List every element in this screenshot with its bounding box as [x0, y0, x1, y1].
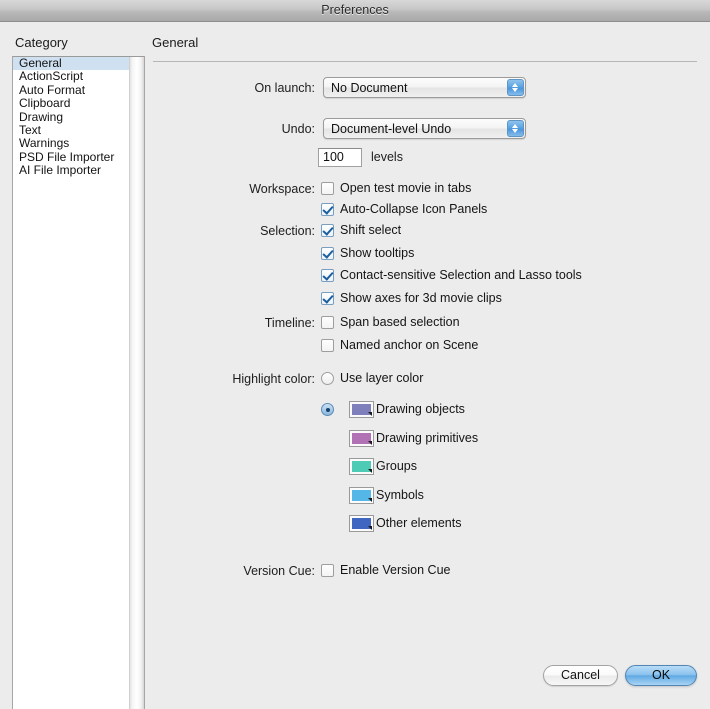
selection-label: Selection: — [260, 224, 315, 238]
category-list-scrollbar[interactable] — [129, 57, 144, 709]
window-title: Preferences — [321, 3, 389, 17]
checkbox-span-based-selection[interactable] — [321, 316, 334, 329]
category-list[interactable]: General ActionScript Auto Format Clipboard D… — [12, 56, 145, 709]
chevron-updown-icon — [507, 79, 524, 96]
checkbox-label: Auto-Collapse Icon Panels — [340, 202, 488, 216]
color-chip — [352, 489, 371, 501]
undo-popup[interactable]: Document-level Undo — [323, 118, 526, 139]
dialog-body: Category General General ActionScript Auto… — [0, 23, 710, 709]
color-swatch-label-drawing-objects: Drawing objects — [376, 402, 465, 416]
ok-button[interactable]: OK — [625, 665, 697, 686]
on-launch-popup[interactable]: No Document — [323, 77, 526, 98]
checkbox-show-axes-for-3d-movie-clips[interactable] — [321, 291, 334, 305]
checkbox-label: Shift select — [340, 223, 402, 237]
checkbox-show-tooltips[interactable] — [321, 246, 334, 260]
chevron-updown-icon — [507, 120, 524, 137]
color-swatch-label-other-elements: Other elements — [376, 516, 462, 530]
color-chip — [352, 518, 371, 529]
color-chip — [352, 404, 371, 415]
sidebar-item-ai-file-importer[interactable]: AI File Importer — [13, 163, 129, 177]
sidebar-item-warnings[interactable]: Warnings — [13, 136, 129, 150]
undo-levels-unit: levels — [371, 150, 403, 164]
radio-use-layer-color[interactable] — [321, 372, 334, 385]
color-swatch-drawing-primitives[interactable] — [349, 429, 374, 447]
undo-label: Undo: — [281, 122, 315, 136]
checkbox-named-anchor-on-scene[interactable] — [321, 339, 334, 352]
on-launch-value: No Document — [331, 81, 408, 95]
highlight-color-label: Highlight color: — [232, 372, 315, 386]
checkbox-contact-sensitive-selection-and-lasso-tools[interactable] — [321, 269, 334, 282]
category-header: Category — [15, 35, 68, 50]
color-swatch-other-elements[interactable] — [349, 515, 374, 532]
workspace-label: Workspace: — [249, 182, 315, 196]
checkbox-label: Enable Version Cue — [340, 563, 451, 577]
checkbox-auto-collapse-icon-panels[interactable] — [321, 203, 334, 216]
color-chip — [352, 432, 371, 444]
sidebar-item-general[interactable]: General — [13, 57, 129, 71]
cancel-button[interactable]: Cancel — [543, 665, 618, 686]
checkbox-label: Named anchor on Scene — [340, 338, 479, 352]
sidebar-item-text[interactable]: Text — [13, 123, 129, 137]
sidebar-item-clipboard[interactable]: Clipboard — [13, 96, 129, 110]
undo-value: Document-level Undo — [331, 122, 452, 136]
color-swatch-symbols[interactable] — [349, 486, 374, 504]
checkbox-label: Open test movie in tabs — [340, 181, 472, 195]
title-bar[interactable]: Preferences — [0, 0, 710, 22]
color-swatch-label-groups: Groups — [376, 459, 417, 473]
color-swatch-groups[interactable] — [349, 458, 374, 475]
category-list-items: General ActionScript Auto Format Clipboard D… — [13, 57, 129, 178]
undo-levels-input[interactable]: 100 — [318, 148, 362, 167]
checkbox-label: Show tooltips — [340, 245, 415, 260]
sidebar-item-psd-file-importer[interactable]: PSD File Importer — [13, 150, 129, 164]
general-settings-form: On launch: No Document Undo: Document-le… — [153, 23, 698, 709]
checkbox-label: Show axes for 3d movie clips — [340, 290, 502, 305]
checkbox-enable-version-cue[interactable] — [321, 564, 334, 577]
radio-custom-colors[interactable] — [321, 403, 334, 416]
color-swatch-label-drawing-primitives: Drawing primitives — [376, 430, 479, 445]
checkbox-label: Span based selection — [340, 315, 460, 329]
sidebar-item-drawing[interactable]: Drawing — [13, 110, 129, 124]
sidebar-item-auto-format[interactable]: Auto Format — [13, 83, 129, 97]
color-chip — [352, 461, 371, 472]
checkbox-shift-select[interactable] — [321, 224, 334, 237]
version-cue-label: Version Cue: — [243, 564, 315, 578]
sidebar-item-actionscript[interactable]: ActionScript — [13, 69, 129, 83]
timeline-label: Timeline: — [264, 316, 315, 330]
color-swatch-label-symbols: Symbols — [376, 487, 424, 502]
on-launch-label: On launch: — [254, 81, 315, 95]
color-swatch-drawing-objects[interactable] — [349, 401, 374, 418]
preferences-window: Preferences Category General General Acti… — [0, 0, 710, 709]
checkbox-open-test-movie-in-tabs[interactable] — [321, 182, 334, 195]
checkbox-label: Contact-sensitive Selection and Lasso to… — [340, 268, 582, 282]
use-layer-color-label: Use layer color — [340, 371, 424, 385]
